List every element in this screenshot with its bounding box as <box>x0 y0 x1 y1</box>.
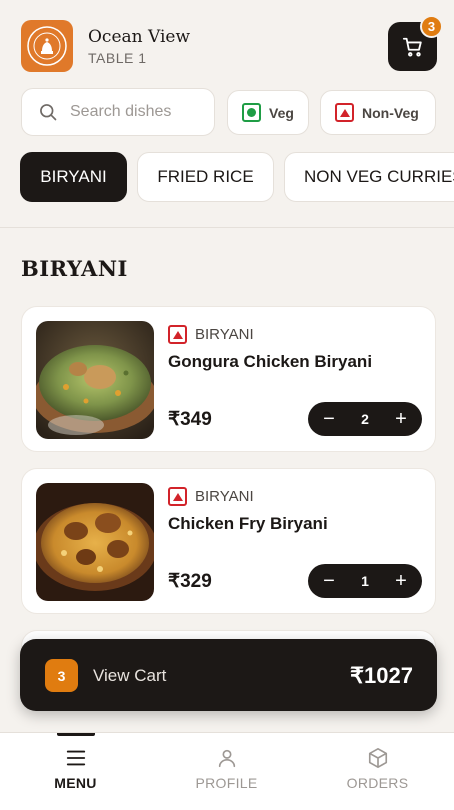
quantity-stepper: − 2 + <box>308 402 422 436</box>
nav-orders[interactable]: ORDERS <box>302 733 453 810</box>
nav-menu[interactable]: MENU <box>0 733 151 810</box>
view-cart-bar[interactable]: 3 View Cart ₹1027 <box>20 639 437 711</box>
increase-quantity-button[interactable]: + <box>392 571 410 591</box>
search-box[interactable] <box>21 88 215 136</box>
cart-item-count: 3 <box>45 659 78 692</box>
decrease-quantity-button[interactable]: − <box>320 571 338 591</box>
dish-price: ₹349 <box>168 409 212 430</box>
quantity-stepper: − 1 + <box>308 564 422 598</box>
tab-fried-rice[interactable]: FRIED RICE <box>137 152 274 202</box>
tab-non-veg-curries[interactable]: NON VEG CURRIES <box>284 152 454 202</box>
increase-quantity-button[interactable]: + <box>392 409 410 429</box>
package-icon <box>368 748 387 768</box>
dish-price: ₹329 <box>168 571 212 592</box>
search-icon <box>40 104 57 121</box>
nonveg-icon <box>168 487 187 506</box>
cart-total: ₹1027 <box>350 663 413 688</box>
header: Ocean View TABLE 1 3 <box>0 0 454 86</box>
bottom-navigation: MENU PROFILE ORDERS <box>0 732 454 810</box>
menu-icon <box>66 750 85 766</box>
veg-filter-button[interactable]: Veg <box>227 90 309 135</box>
tab-biryani[interactable]: BIRYANI <box>20 152 127 202</box>
logo-emblem-icon <box>27 26 67 66</box>
nav-menu-label: MENU <box>54 775 97 791</box>
dish-category: BIRYANI <box>195 326 254 343</box>
nonveg-filter-button[interactable]: Non-Veg <box>320 90 436 135</box>
view-cart-label: View Cart <box>93 666 167 685</box>
dish-category: BIRYANI <box>195 488 254 505</box>
menu-item-card: BIRYANI Chicken Fry Biryani ₹329 − 1 + <box>21 468 436 614</box>
section-title: BIRYANI <box>21 256 128 281</box>
cart-count-badge: 3 <box>420 15 443 38</box>
nonveg-filter-label: Non-Veg <box>362 104 419 121</box>
nav-profile-label: PROFILE <box>195 775 258 791</box>
nonveg-icon <box>168 325 187 344</box>
dish-name: Gongura Chicken Biryani <box>168 352 373 371</box>
menu-item-card: BIRYANI Gongura Chicken Biryani ₹349 − 2… <box>21 306 436 452</box>
restaurant-name: Ocean View <box>88 27 191 47</box>
dish-image <box>36 483 154 601</box>
dish-image <box>36 321 154 439</box>
nonveg-icon <box>335 103 354 122</box>
quantity-value: 2 <box>361 411 369 427</box>
table-label: TABLE 1 <box>88 50 147 66</box>
nav-profile[interactable]: PROFILE <box>151 733 302 810</box>
decrease-quantity-button[interactable]: − <box>320 409 338 429</box>
search-input[interactable] <box>70 103 200 121</box>
dish-name: Chicken Fry Biryani <box>168 514 328 533</box>
divider <box>0 227 454 228</box>
restaurant-logo <box>21 20 73 72</box>
veg-filter-label: Veg <box>269 104 294 121</box>
quantity-value: 1 <box>361 573 369 589</box>
shopping-cart-icon <box>402 37 422 57</box>
user-icon <box>218 749 235 768</box>
nav-orders-label: ORDERS <box>346 775 409 791</box>
veg-icon <box>242 103 261 122</box>
category-tabs: BIRYANI FRIED RICE NON VEG CURRIES <box>0 152 454 202</box>
